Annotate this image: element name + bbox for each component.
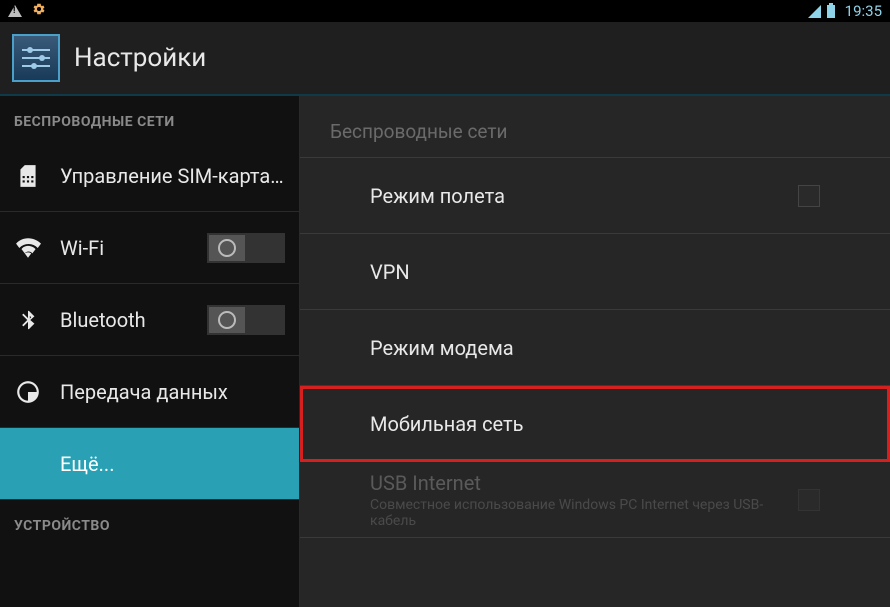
content-item-label: Режим полета [370,184,798,208]
content-item-label: Мобильная сеть [370,412,820,436]
sidebar-item-label: Wi-Fi [60,236,189,260]
section-header-device: УСТРОЙСТВО [0,500,299,544]
sidebar-item-sim[interactable]: Управление SIM-картами [0,140,299,212]
content-item-vpn[interactable]: VPN [300,234,890,310]
content-item-usb-internet: USB Internet Совместное использование Wi… [300,462,890,538]
data-usage-icon [14,378,42,406]
sim-icon [14,162,42,190]
settings-running-icon [32,2,46,20]
status-time: 19:35 [845,2,882,20]
settings-screen: 19:35 Настройки БЕСПРОВОДНЫЕ СЕТИ Управл [0,0,890,607]
airplane-checkbox[interactable] [798,185,820,207]
content-item-mobile-network[interactable]: Мобильная сеть [300,386,890,462]
sidebar-item-data-usage[interactable]: Передача данных [0,356,299,428]
bluetooth-icon [14,306,42,334]
usb-internet-checkbox [798,489,820,511]
sidebar-item-label: Передача данных [60,380,285,404]
sidebar-item-label: Управление SIM-картами [60,164,285,188]
wifi-icon [14,234,42,262]
signal-icon [808,5,821,18]
section-header-wireless: БЕСПРОВОДНЫЕ СЕТИ [0,96,299,140]
content-item-label: Режим модема [370,336,820,360]
blank-icon [14,450,42,478]
content-panel: Беспроводные сети Режим полета VPN Режим… [300,96,890,607]
content-section-header: Беспроводные сети [300,96,890,158]
warning-icon [8,5,22,17]
content-item-tethering[interactable]: Режим модема [300,310,890,386]
app-header: Настройки [0,22,890,94]
battery-icon [827,5,835,18]
sidebar-item-label: Bluetooth [60,308,189,332]
settings-app-icon [12,34,60,82]
content-item-sublabel: Совместное использование Windows PC Inte… [370,497,798,529]
content-item-label: USB Internet [370,471,798,495]
page-title: Настройки [74,43,206,73]
content-item-airplane[interactable]: Режим полета [300,158,890,234]
sidebar-item-bluetooth[interactable]: Bluetooth [0,284,299,356]
sidebar-item-wifi[interactable]: Wi-Fi [0,212,299,284]
bluetooth-toggle[interactable] [207,305,285,335]
sidebar-item-label: Ещё... [60,452,285,476]
status-bar: 19:35 [0,0,890,22]
content-item-label: VPN [370,260,820,284]
sidebar: БЕСПРОВОДНЫЕ СЕТИ Управление SIM-картами… [0,96,300,607]
sidebar-item-more[interactable]: Ещё... [0,428,299,500]
wifi-toggle[interactable] [207,233,285,263]
